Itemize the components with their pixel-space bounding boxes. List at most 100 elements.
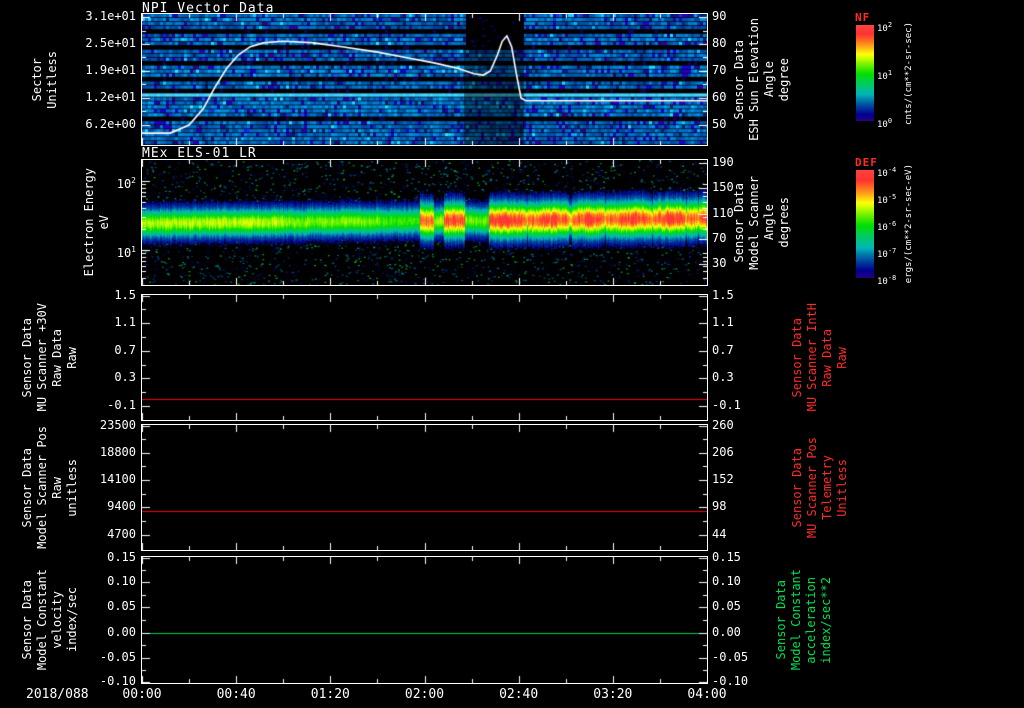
axis-label-line: Sensor Data <box>790 447 804 528</box>
y-tick-label-left: -0.05 <box>99 649 136 664</box>
mu-scanner-raw-canvas <box>142 295 707 420</box>
panel-scanner-pos <box>141 424 708 551</box>
axis-label-line: Model Constant <box>789 569 803 671</box>
y-axis-label-p5-right: Sensor Data Model Constant acceleration ind… <box>772 557 836 683</box>
panel-model-constant <box>141 556 708 684</box>
axis-label-line: degree <box>777 57 791 102</box>
y-tick-label-right: 152 <box>712 471 734 486</box>
y-tick-label-right: 30 <box>712 256 727 271</box>
y-tick-label-left: 9400 <box>107 499 136 514</box>
y-tick-label-right: -0.1 <box>712 398 741 413</box>
y-tick-label-right: 44 <box>712 526 727 541</box>
y-tick-label-right: 90 <box>712 9 727 23</box>
npi-spectrogram-canvas <box>142 14 707 145</box>
y-tick-label-left: 18800 <box>99 444 136 459</box>
axis-label-line: Sensor Data <box>774 580 788 660</box>
y-tick-label-left: 0.15 <box>107 549 136 564</box>
y-tick-label-left: 101 <box>116 245 136 261</box>
def-colorbar <box>856 170 874 278</box>
y-tick-label-right: 110 <box>712 205 734 220</box>
axis-label-line: Sector <box>30 57 44 102</box>
axis-label-line: Sensor Data <box>20 447 34 528</box>
y-axis-label-p4-right: Sensor Data MU Scanner Pos Telemetry Unitle… <box>788 425 852 550</box>
y-tick-label-right: 80 <box>712 35 727 50</box>
y-tick-label-right: 0.15 <box>712 549 741 564</box>
y-tick-label-left: 102 <box>116 175 136 191</box>
panel-mu-scanner-raw <box>141 294 708 421</box>
axis-label-line: Sensor Data <box>20 317 34 398</box>
axis-label-line: Raw <box>835 346 849 369</box>
x-tick-label: 01:20 <box>310 687 350 702</box>
panel-npi-spectrogram <box>141 13 708 146</box>
y-tick-label-left: 0.3 <box>114 370 136 385</box>
axis-label-line: Sensor Data <box>732 39 746 120</box>
colorbar-tick-label: 102 <box>877 21 893 34</box>
axis-label-line: degrees <box>777 197 791 248</box>
colorbar-tick-label: 10-5 <box>877 193 897 206</box>
def-colorbar-title: DEF <box>855 156 878 169</box>
science-plot-window: NPI Vector Data MEx ELS-01 LR Sector Unit… <box>0 0 1024 708</box>
scanner-pos-canvas <box>142 425 707 550</box>
y-tick-label-left: 6.2e+00 <box>85 116 136 131</box>
y-tick-label-right: 0.7 <box>712 342 734 357</box>
y-axis-label-p3-right: Sensor Data MU Scanner IntH Raw Data Raw <box>788 295 852 420</box>
axis-label-line: Sensor Data <box>790 317 804 398</box>
y-tick-label-left: 1.2e+01 <box>85 89 136 104</box>
x-tick-label: 03:20 <box>593 687 633 702</box>
y-tick-label-right: 190 <box>712 155 734 169</box>
y-tick-label-left: 0.05 <box>107 599 136 614</box>
x-tick-label: 00:00 <box>122 687 162 702</box>
axis-label-line: eV <box>97 215 111 230</box>
axis-label-line: Model Scanner Pos <box>35 426 49 549</box>
axis-label-line: MU Scanner IntH <box>805 303 819 412</box>
axis-label-line: index/sec**2 <box>819 576 833 664</box>
y-tick-label-left: 3.1e+01 <box>85 9 136 23</box>
y-tick-label-right: 70 <box>712 62 727 77</box>
y-tick-label-right: 60 <box>712 89 727 104</box>
els-spectrogram-canvas <box>142 160 707 285</box>
nf-colorbar-title: NF <box>855 11 871 24</box>
y-tick-label-right: 0.3 <box>712 370 734 385</box>
axis-label-line: acceleration <box>804 576 818 664</box>
y-tick-label-right: 0.10 <box>712 574 741 589</box>
y-tick-label-left: 0.10 <box>107 574 136 589</box>
colorbar-tick-label: 10-4 <box>877 166 897 179</box>
y-tick-label-right: 1.1 <box>712 314 734 329</box>
y-tick-label-left: 4700 <box>107 526 136 541</box>
colorbar-tick-label: 10-8 <box>877 274 897 287</box>
y-tick-label-left: 1.5 <box>114 287 136 302</box>
y-tick-label-left: 1.9e+01 <box>85 62 136 77</box>
y-tick-label-right: 50 <box>712 116 727 131</box>
axis-label-line: Raw Data <box>820 328 834 387</box>
y-tick-label-left: 0.7 <box>114 342 136 357</box>
x-tick-label: 02:40 <box>499 687 539 702</box>
y-tick-label-right: 98 <box>712 499 727 514</box>
y-tick-label-left: 2.5e+01 <box>85 35 136 50</box>
colorbar-tick-label: 10-6 <box>877 220 897 233</box>
axis-label-line: Telemetry <box>820 454 834 521</box>
axis-label-line: MU Scanner Pos <box>805 436 819 539</box>
y-tick-label-left: 14100 <box>99 471 136 486</box>
colorbar-tick-label: 101 <box>877 69 893 82</box>
axis-label-line: Model Constant <box>35 569 49 671</box>
y-tick-label-right: 0.05 <box>712 599 741 614</box>
axis-label-line: MU Scanner +30V <box>35 303 49 412</box>
axis-label-line: index/sec <box>65 587 79 653</box>
panel-els-spectrogram <box>141 159 708 286</box>
y-tick-label-right: 150 <box>712 180 734 195</box>
colorbar-tick-label: 100 <box>877 117 893 130</box>
y-tick-label-right: 1.5 <box>712 287 734 302</box>
x-tick-label: 00:40 <box>216 687 256 702</box>
model-constant-canvas <box>142 557 707 683</box>
colorbar-tick-label: 10-7 <box>877 247 897 260</box>
y-tick-label-right: 70 <box>712 231 727 245</box>
y-tick-label-left: 0.00 <box>107 624 136 639</box>
axis-label-line: Unitless <box>835 458 849 517</box>
y-tick-label-left: -0.1 <box>107 398 136 413</box>
y-tick-label-right: 206 <box>712 444 734 459</box>
y-tick-label-left: 23500 <box>99 417 136 432</box>
y-tick-label-right: -0.05 <box>712 649 749 664</box>
x-tick-label: 02:00 <box>404 687 445 702</box>
x-tick-label: 04:00 <box>687 687 727 702</box>
nf-colorbar <box>856 25 874 121</box>
